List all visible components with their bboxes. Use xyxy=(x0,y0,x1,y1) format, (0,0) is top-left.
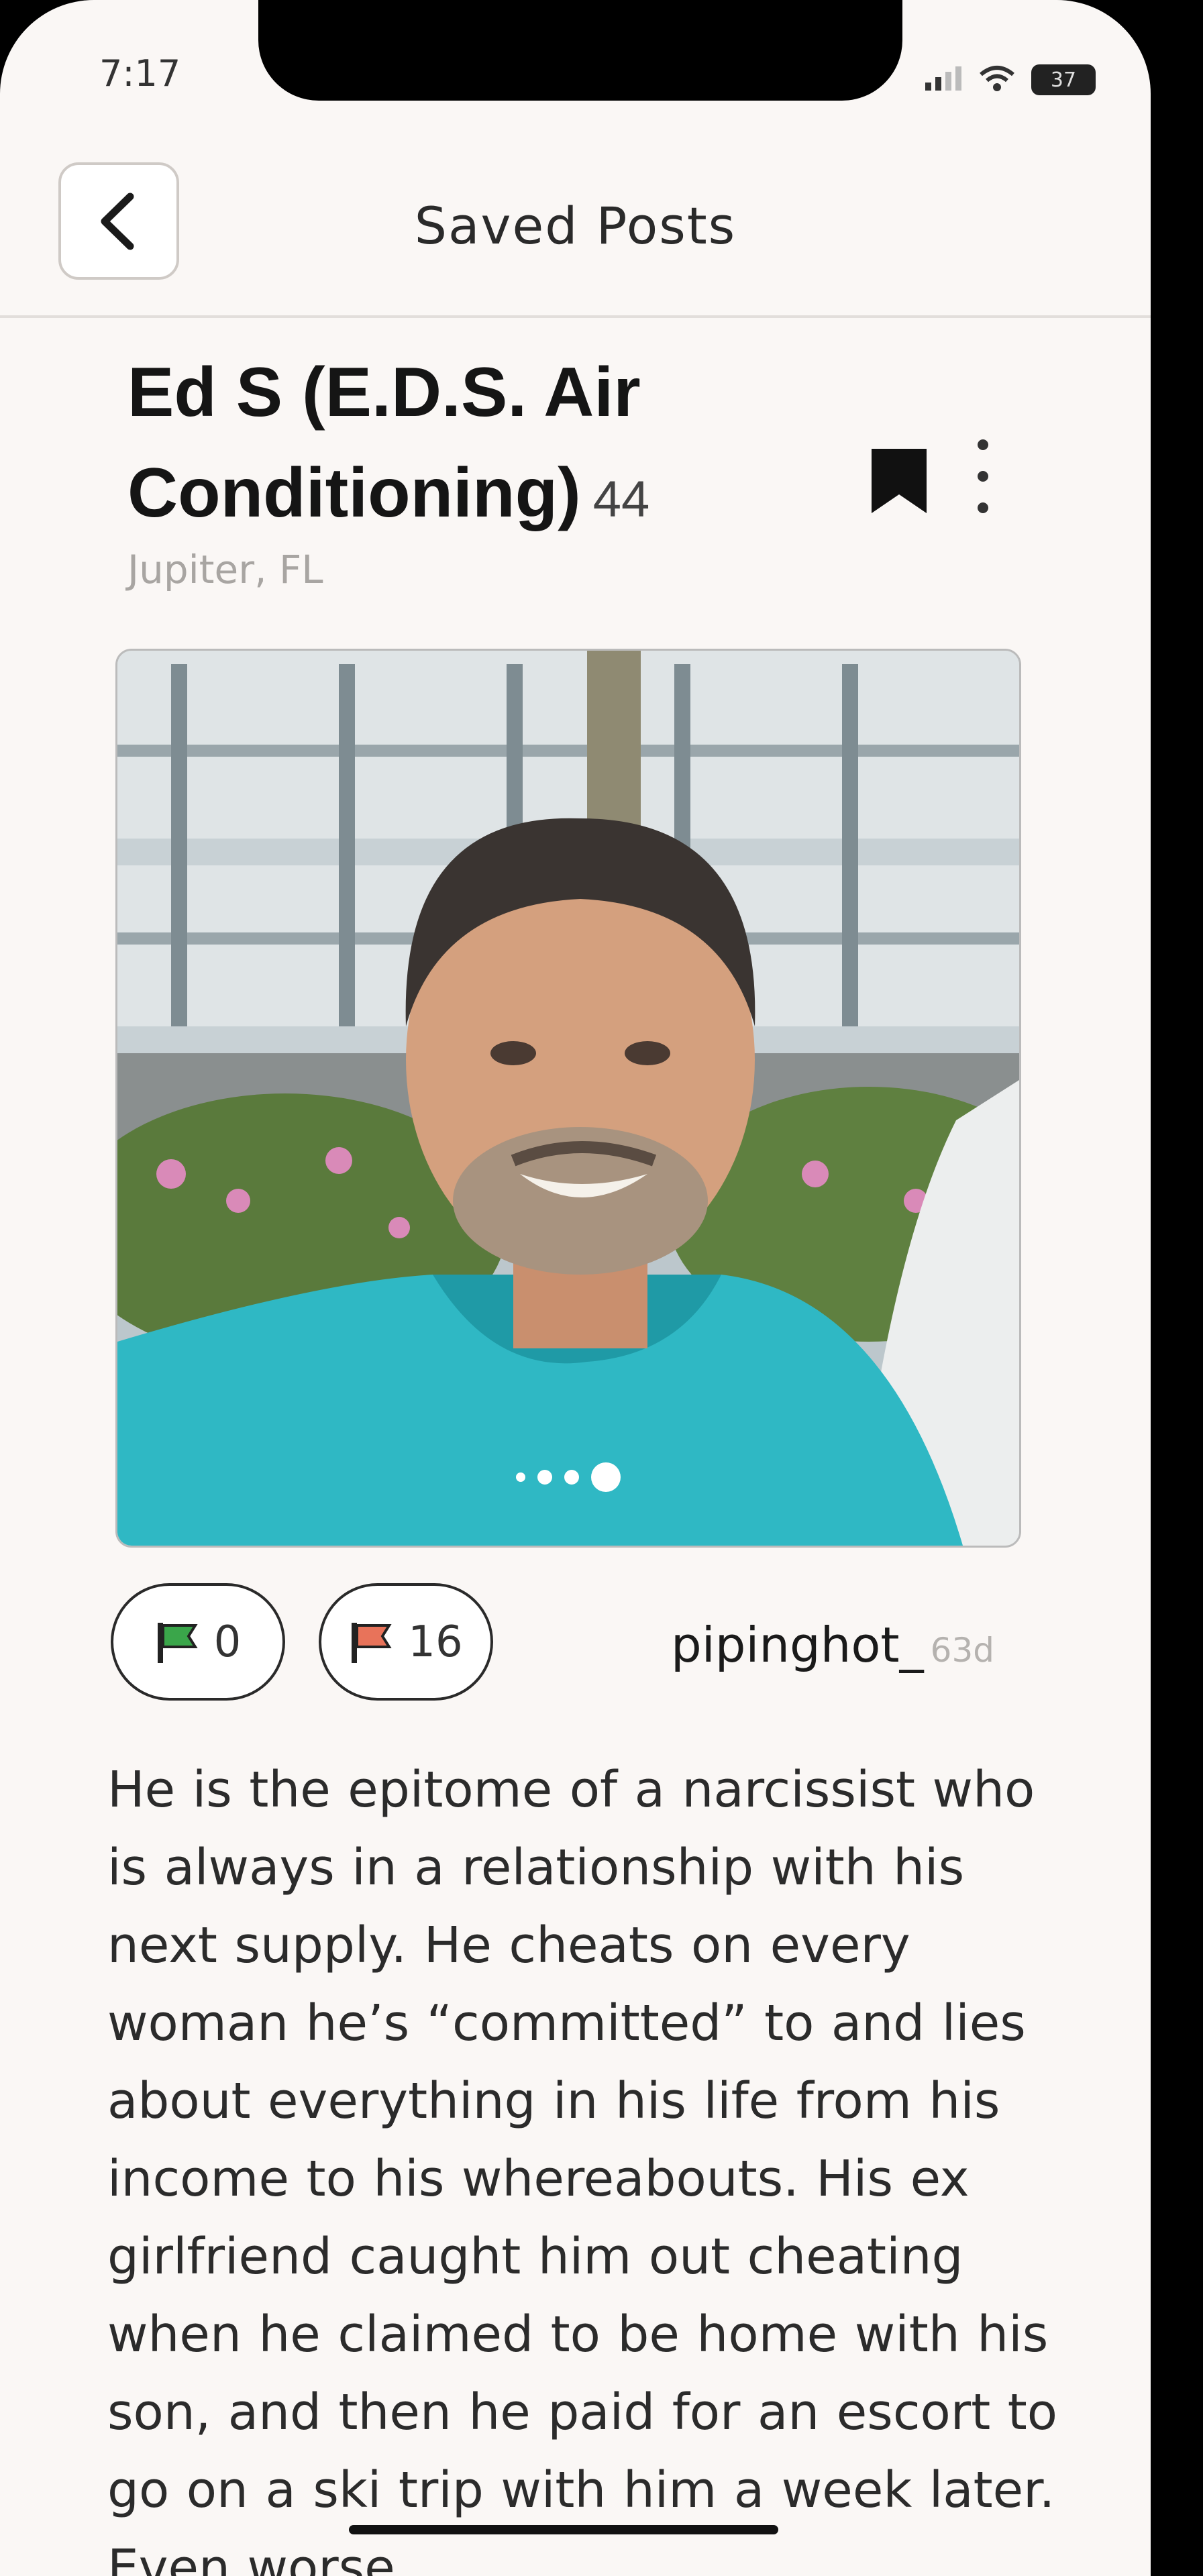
app-screen: 7:17 37 Saved Posts Ed S (E.D.S. Air Con… xyxy=(0,0,1151,2576)
bookmark-filled-icon xyxy=(872,449,927,513)
author-username[interactable]: pipinghot_ xyxy=(671,1617,924,1673)
home-indicator[interactable] xyxy=(349,2525,778,2534)
green-flag-icon xyxy=(157,1622,198,1663)
red-flag-button[interactable]: 16 xyxy=(319,1583,493,1701)
wifi-icon xyxy=(979,65,1015,95)
carousel-dot[interactable] xyxy=(516,1472,525,1482)
bookmark-button[interactable] xyxy=(869,446,929,519)
red-flag-count: 16 xyxy=(408,1617,463,1667)
carousel-dot[interactable] xyxy=(564,1470,579,1485)
profile-photo-carousel[interactable] xyxy=(115,649,1021,1548)
post-author[interactable]: pipinghot_ 63d xyxy=(671,1617,994,1673)
green-flag-button[interactable]: 0 xyxy=(111,1583,285,1701)
device-notch xyxy=(258,0,902,101)
subject-name: Ed S (E.D.S. Air Conditioning) xyxy=(127,354,641,532)
post-body-text: He is the epitome of a narcissist who is… xyxy=(107,1761,1058,2576)
dot xyxy=(978,471,988,482)
more-options-button[interactable] xyxy=(963,439,1003,513)
carousel-indicator xyxy=(117,1462,1019,1492)
battery-icon: 37 xyxy=(1031,64,1096,95)
profile-photo xyxy=(117,651,1019,1546)
subject-location: Jupiter, FL xyxy=(127,547,323,592)
green-flag-count: 0 xyxy=(213,1617,242,1667)
subject-age: 44 xyxy=(592,471,650,528)
top-nav-bar: Saved Posts xyxy=(0,134,1151,318)
post-age-timestamp: 63d xyxy=(930,1631,995,1670)
dot xyxy=(978,502,988,513)
carousel-dot[interactable] xyxy=(537,1470,552,1485)
status-time: 7:17 xyxy=(99,52,181,95)
page-title: Saved Posts xyxy=(414,196,737,256)
red-flag-icon xyxy=(352,1622,392,1663)
status-icons: 37 xyxy=(925,64,1096,95)
carousel-dot-active[interactable] xyxy=(591,1462,621,1492)
post-subject-name: Ed S (E.D.S. Air Conditioning) 44 xyxy=(127,342,812,550)
dot xyxy=(978,439,988,450)
signal-icon xyxy=(925,66,963,93)
